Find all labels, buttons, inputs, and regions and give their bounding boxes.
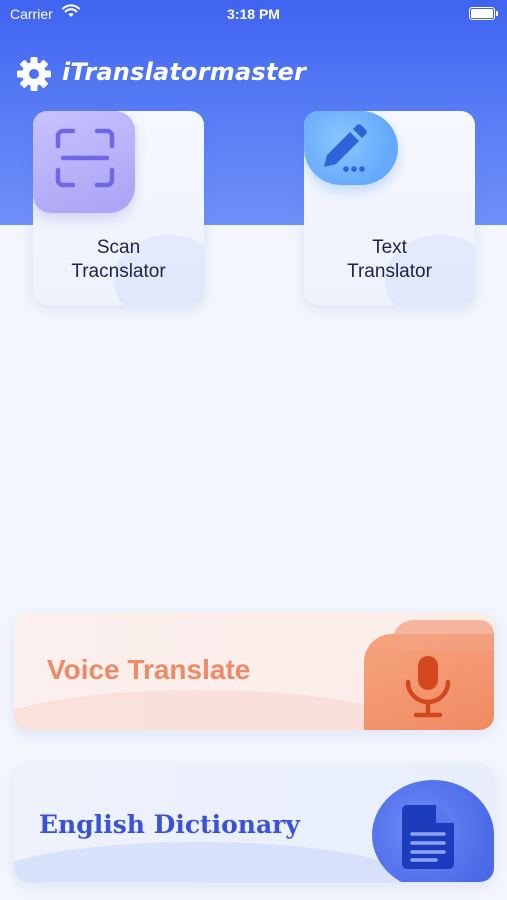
voice-translate-banner[interactable]: Voice Translate — [14, 612, 494, 730]
status-bar: Carrier 3:18 PM — [0, 0, 507, 30]
banner-decoration — [14, 690, 414, 730]
microphone-icon — [405, 656, 451, 718]
scan-frame-icon — [55, 128, 115, 188]
voice-translate-label: Voice Translate — [47, 654, 251, 685]
tile-label-line: Tracnslator — [71, 261, 166, 282]
english-dictionary-banner[interactable]: English Dictionary — [14, 764, 494, 882]
scan-icon-background — [33, 111, 135, 213]
text-translator-tile[interactable]: Text Translator — [304, 111, 475, 305]
text-icon-background — [304, 111, 398, 185]
document-icon-background — [372, 780, 494, 882]
tile-label-line: Text — [372, 237, 407, 258]
text-translator-label: Text Translator — [304, 236, 475, 284]
microphone-icon-background — [364, 620, 494, 730]
status-time: 3:18 PM — [227, 6, 280, 22]
tile-label-line: Scan — [96, 237, 141, 258]
scan-translator-label: Scan Tracnslator — [33, 236, 204, 284]
settings-button[interactable] — [16, 56, 52, 92]
pencil-icon — [324, 124, 367, 172]
gear-icon — [17, 57, 51, 91]
battery-icon — [469, 7, 498, 20]
document-icon — [402, 805, 454, 869]
scan-translator-tile[interactable]: Scan Tracnslator — [33, 111, 204, 305]
tile-label-line: Translator — [347, 261, 432, 282]
english-dictionary-label: English Dictionary — [39, 810, 300, 839]
banner-decoration — [14, 842, 414, 882]
app-title: iTranslatormaster — [62, 58, 307, 86]
